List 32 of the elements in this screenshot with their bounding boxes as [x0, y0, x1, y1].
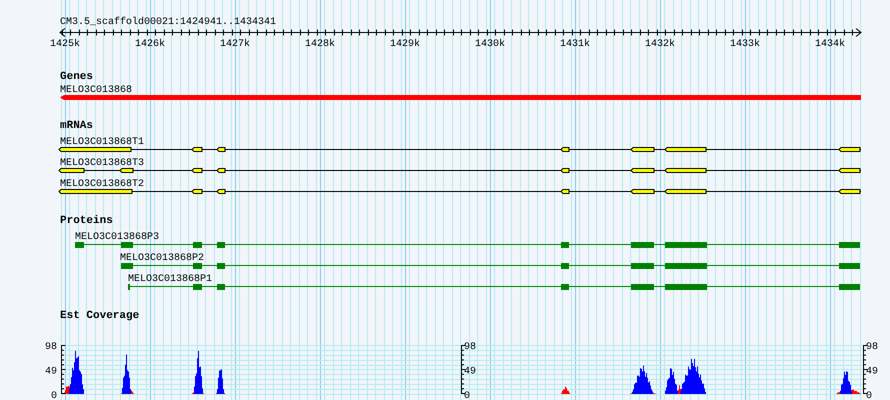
feature-label: MELO3C013868T2 [60, 179, 144, 190]
track-title: Est Coverage [60, 310, 140, 322]
axis-label: 98 [866, 342, 878, 353]
axis-label: 49 [44, 366, 57, 378]
y-axis [61, 344, 66, 394]
y-axis [461, 344, 466, 394]
track-title: mRNAs [60, 120, 94, 132]
tick-label: 1428k [305, 39, 335, 50]
tick-label: 1434k [815, 39, 845, 50]
y-axis [863, 344, 868, 394]
tick-label: 1429k [390, 39, 420, 50]
feature-label: MELO3C013868P3 [75, 232, 160, 243]
tick-label: 1433k [730, 39, 760, 50]
tick-label: 1430k [475, 39, 505, 50]
tick-label: 1426k [135, 39, 165, 50]
track-title: Proteins [60, 215, 113, 227]
tick-label: 1425k [50, 39, 80, 50]
feature-label: MELO3C013868P2 [120, 253, 204, 264]
axis-label: 49 [866, 366, 878, 378]
axis-label: 0 [50, 391, 57, 400]
tick-label: 1431k [560, 39, 590, 50]
tick-label: 1427k [220, 39, 250, 50]
axis-label: 98 [464, 342, 476, 353]
axis-label: 49 [464, 366, 476, 378]
feature-label: MELO3C013868P1 [128, 274, 212, 285]
axis-label: 98 [44, 342, 57, 353]
track-title: Genes [60, 71, 94, 83]
feature-label: MELO3C013868 [60, 85, 132, 96]
feature-label: MELO3C013868T1 [60, 137, 144, 148]
locus-title: CM3.5_scaffold00021:1424941..1434341 [60, 17, 276, 28]
tick-label: 1432k [645, 39, 675, 50]
feature-label: MELO3C013868T3 [60, 158, 144, 169]
